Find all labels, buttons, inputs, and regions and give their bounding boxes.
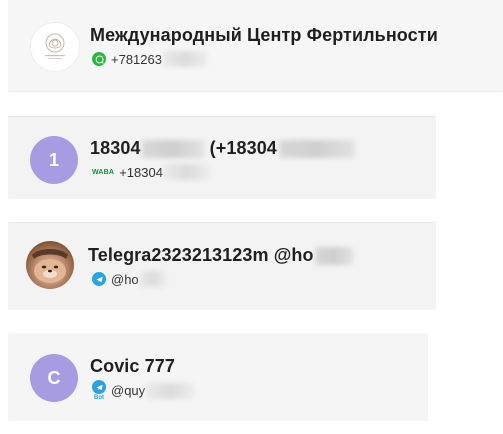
letter-avatar: 1 xyxy=(30,136,78,184)
contact-name: 18304 (+18304 xyxy=(90,138,355,159)
contact-handle-row: @ho xyxy=(92,271,166,287)
waba-icon: WABA xyxy=(92,168,115,176)
contact-handle: +781263 xyxy=(111,51,162,67)
redacted-text xyxy=(141,140,204,159)
contact-name: Covic 777 xyxy=(90,356,175,376)
clinic-logo-icon xyxy=(45,33,65,59)
redacted-text xyxy=(162,51,207,67)
telegram-bot-badge: Bot xyxy=(92,380,106,401)
whatsapp-icon xyxy=(92,52,106,66)
clinic-logo-avatar xyxy=(30,22,80,72)
redacted-text xyxy=(278,140,355,159)
contact-name-mid: (+18304 xyxy=(204,138,277,158)
redacted-text xyxy=(146,382,195,399)
contact-handle-row: Bot @quy xyxy=(92,380,195,401)
telegram-icon xyxy=(92,380,106,394)
contact-handle-row: WABA +18304 xyxy=(92,164,210,180)
contact-card[interactable]: C Covic 777 Bot @quy xyxy=(8,333,428,421)
dog-photo-icon xyxy=(32,249,68,283)
contact-handle-row: +781263 xyxy=(92,51,207,67)
contact-handle: @ho xyxy=(111,271,139,287)
contact-name-prefix: 18304 xyxy=(90,138,141,158)
contact-handle: +18304 xyxy=(119,164,163,180)
avatar-initial: 1 xyxy=(48,149,59,170)
contact-card[interactable]: Telegra2323213123m @ho @ho xyxy=(8,222,436,310)
letter-avatar: C xyxy=(30,354,78,402)
photo-avatar xyxy=(26,241,74,289)
contact-card[interactable]: 1 18304 (+18304 WABA +18304 xyxy=(8,116,436,199)
avatar-initial: C xyxy=(47,367,61,388)
contact-card[interactable]: Международный Центр Фертильности +781263 xyxy=(8,0,503,92)
redacted-text xyxy=(139,271,166,287)
redacted-text xyxy=(163,164,210,180)
contact-name: Telegra2323213123m @ho xyxy=(88,245,353,266)
redacted-text xyxy=(314,247,353,266)
contact-list: Международный Центр Фертильности +781263… xyxy=(0,0,503,434)
contact-name: Международный Центр Фертильности xyxy=(90,25,438,45)
telegram-icon xyxy=(92,272,106,286)
contact-name-text: Telegra2323213123m @ho xyxy=(88,245,314,265)
contact-handle: @quy xyxy=(111,383,146,398)
bot-label: Bot xyxy=(94,395,104,401)
